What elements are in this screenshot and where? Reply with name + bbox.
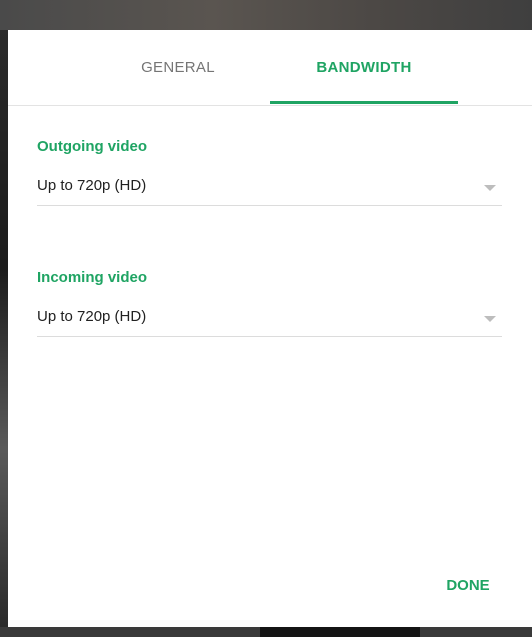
outgoing-video-value: Up to 720p (HD) — [37, 177, 147, 194]
backdrop — [0, 0, 532, 30]
tab-bandwidth[interactable]: BANDWIDTH — [270, 30, 458, 105]
tab-general[interactable]: GENERAL — [88, 30, 268, 105]
outgoing-video-label: Outgoing video — [37, 138, 147, 155]
incoming-video-value: Up to 720p (HD) — [37, 308, 147, 325]
backdrop-left — [0, 30, 8, 627]
outgoing-video-select[interactable]: Up to 720p (HD) — [37, 171, 502, 206]
active-tab-indicator — [270, 101, 458, 104]
settings-dialog: GENERAL BANDWIDTH Outgoing video Up to 7… — [8, 30, 532, 627]
done-button[interactable]: DONE — [428, 567, 508, 603]
incoming-video-label: Incoming video — [37, 269, 148, 286]
incoming-video-select[interactable]: Up to 720p (HD) — [37, 302, 502, 337]
dropdown-arrow-icon — [484, 316, 496, 322]
backdrop-shape — [260, 627, 420, 637]
backdrop-bottom — [0, 627, 532, 637]
tab-bar: GENERAL BANDWIDTH — [8, 30, 532, 106]
dropdown-arrow-icon — [484, 185, 496, 191]
